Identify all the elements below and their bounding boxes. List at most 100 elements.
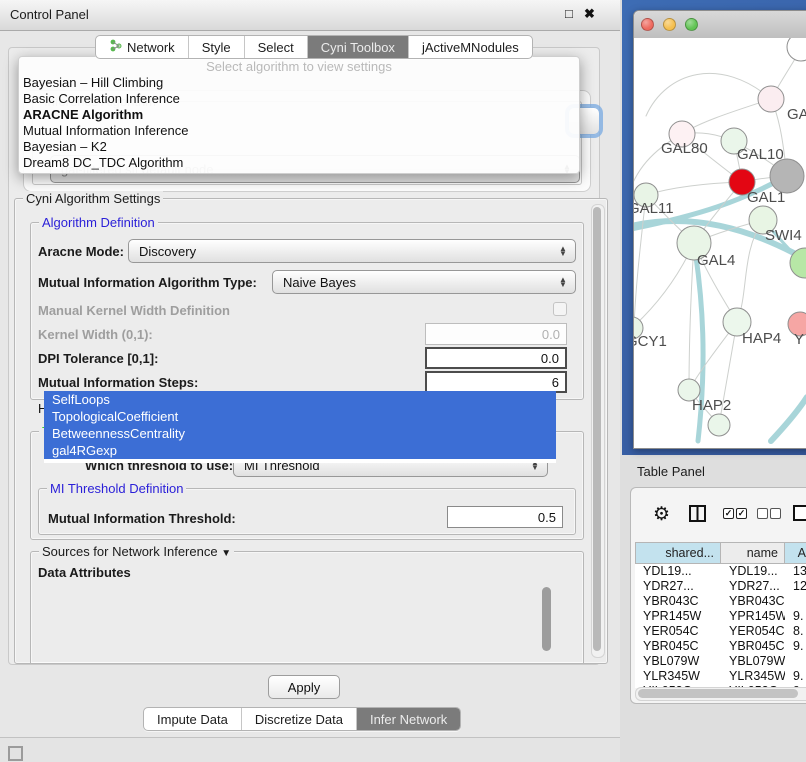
- node-label-GAL10: GAL10: [737, 146, 784, 163]
- table-row[interactable]: YBL079WYBL079W: [635, 654, 806, 669]
- table-cell: YLR345W: [635, 669, 721, 684]
- table-cell: [785, 594, 806, 609]
- tab-infer-network[interactable]: Infer Network: [357, 708, 460, 730]
- mi-steps-value: 6: [552, 375, 559, 390]
- dpi-tolerance-input[interactable]: 0.0: [425, 347, 567, 369]
- table-row[interactable]: YBR043CYBR043C: [635, 594, 806, 609]
- apply-button-label: Apply: [288, 680, 321, 695]
- unchecked-boxes-icon[interactable]: [757, 508, 781, 519]
- control-panel: Control Panel □ ✖ NetworkStyleSelectCyni…: [0, 0, 621, 738]
- panel-title: Control Panel: [10, 7, 89, 22]
- mi-threshold-group-label: MI Threshold Definition: [47, 481, 186, 496]
- settings-scrollbar[interactable]: [591, 204, 605, 658]
- attribute-item[interactable]: BetweennessCentrality: [44, 425, 556, 442]
- table-row[interactable]: YDR27...YDR27...12: [635, 579, 806, 594]
- table-row[interactable]: YDL19...YDL19...13: [635, 564, 806, 579]
- tab-jactivemnodules[interactable]: jActiveMNodules: [409, 36, 532, 58]
- kernel-width-input[interactable]: 0.0: [425, 323, 567, 345]
- table-cell: YBR045C: [635, 639, 721, 654]
- table-row[interactable]: YLR345WYLR345W9.: [635, 669, 806, 684]
- settings-scrollbar-thumb[interactable]: [593, 207, 601, 651]
- attributes-scrollbar-thumb[interactable]: [542, 587, 551, 651]
- column-header-shared[interactable]: shared...: [635, 542, 721, 564]
- algorithm-definition-label: Algorithm Definition: [39, 215, 158, 230]
- table-cell: YER054C: [721, 624, 785, 639]
- table-cell: YER054C: [635, 624, 721, 639]
- cyni-bottom-tabs: Impute DataDiscretize DataInfer Network: [143, 707, 461, 731]
- tab-select[interactable]: Select: [245, 36, 308, 58]
- table-cell: YBR045C: [721, 639, 785, 654]
- aracne-mode-value: Discovery: [129, 244, 555, 259]
- algorithm-dropdown-list: Select algorithm to view settings Bayesi…: [18, 56, 580, 174]
- table-hscrollbar[interactable]: [635, 687, 806, 701]
- aracne-mode-combo[interactable]: Discovery ▲▼: [128, 239, 576, 263]
- graph-node-bottom-partial[interactable]: [708, 414, 730, 436]
- node-label-GAL4: GAL4: [697, 252, 735, 269]
- float-window-icon[interactable]: □: [565, 6, 573, 21]
- manual-kernel-label: Manual Kernel Width Definition: [38, 303, 230, 318]
- tab-cyni-toolbox[interactable]: Cyni Toolbox: [308, 36, 409, 58]
- tab-discretize-data[interactable]: Discretize Data: [242, 708, 357, 730]
- graph-edge: [689, 243, 694, 390]
- checked-boxes-icon[interactable]: ✓✓: [723, 508, 747, 519]
- table-cell: 12: [785, 579, 806, 594]
- graph-node-pink-top[interactable]: [758, 86, 784, 112]
- node-label-HAP2: HAP2: [692, 397, 731, 414]
- attribute-item[interactable]: gal4RGexp: [44, 442, 556, 459]
- graph-node-gray-node[interactable]: [770, 159, 804, 193]
- gear-icon[interactable]: ⚙: [653, 503, 670, 526]
- restore-window-icon[interactable]: [8, 746, 23, 761]
- column-header-A[interactable]: A: [785, 542, 806, 564]
- algorithm-option[interactable]: Bayesian – Hill Climbing: [19, 75, 579, 91]
- algorithm-option[interactable]: ARACNE Algorithm: [19, 107, 579, 123]
- mac-zoom-button[interactable]: [685, 18, 698, 31]
- table-hscrollbar-thumb[interactable]: [638, 689, 798, 698]
- table-cell: YPR145W: [721, 609, 785, 624]
- node-label-GCY1: GCY1: [634, 333, 667, 350]
- table-row[interactable]: YER054CYER054C8.: [635, 624, 806, 639]
- mac-close-button[interactable]: [641, 18, 654, 31]
- mi-steps-input[interactable]: 6: [425, 371, 567, 393]
- stepper-arrows-icon: ▲▼: [555, 246, 575, 256]
- dropdown-items: Bayesian – Hill ClimbingBasic Correlatio…: [19, 75, 579, 171]
- attribute-item[interactable]: SelfLoops: [44, 391, 556, 408]
- sources-group-label[interactable]: Sources for Network Inference ▼: [39, 544, 234, 559]
- tab-network[interactable]: Network: [96, 36, 189, 58]
- algorithm-option[interactable]: Dream8 DC_TDC Algorithm: [19, 155, 579, 171]
- algorithm-option[interactable]: Basic Correlation Inference: [19, 91, 579, 107]
- stepper-arrows-icon: ▲▼: [555, 277, 575, 287]
- table-cell: YBL079W: [721, 654, 785, 669]
- table-row[interactable]: YBR045CYBR045C9.: [635, 639, 806, 654]
- graph-node-top-partial[interactable]: [787, 38, 806, 61]
- graph-edge: [771, 397, 806, 441]
- table-panel: ⚙ ✓✓ shared...nameA YDL19...YDL19...13YD…: [630, 487, 806, 704]
- table-cell: 9.: [785, 669, 806, 684]
- network-canvas[interactable]: GALGAL80GAL10GAL1GAL11SWI4GAL4GCY1HAP4YH…: [634, 38, 806, 448]
- close-icon[interactable]: ✖: [584, 6, 595, 22]
- apply-button[interactable]: Apply: [268, 675, 340, 699]
- tab-style[interactable]: Style: [189, 36, 245, 58]
- algorithm-option[interactable]: Bayesian – K2: [19, 139, 579, 155]
- mi-type-combo[interactable]: Naive Bayes ▲▼: [272, 270, 576, 294]
- mac-minimize-button[interactable]: [663, 18, 676, 31]
- network-icon: [109, 39, 122, 55]
- mi-type-label: Mutual Information Algorithm Type:: [38, 275, 257, 290]
- table-row[interactable]: YPR145WYPR145W9.: [635, 609, 806, 624]
- algorithm-option[interactable]: Mutual Information Inference: [19, 123, 579, 139]
- manual-kernel-checkbox[interactable]: [553, 302, 567, 316]
- new-table-icon[interactable]: [793, 504, 806, 527]
- data-attributes-list[interactable]: SelfLoopsTopologicalCoefficientBetweenne…: [44, 391, 556, 463]
- table-cell: YBR043C: [635, 594, 721, 609]
- table-cell: YPR145W: [635, 609, 721, 624]
- split-columns-icon[interactable]: [689, 505, 706, 527]
- table-cell: YDL19...: [721, 564, 785, 579]
- mi-threshold-input[interactable]: 0.5: [447, 506, 563, 528]
- network-view-frame: GALGAL80GAL10GAL1GAL11SWI4GAL4GCY1HAP4YH…: [622, 0, 806, 455]
- column-header-name[interactable]: name: [721, 542, 785, 564]
- attribute-item[interactable]: TopologicalCoefficient: [44, 408, 556, 425]
- table-cell: 8.: [785, 624, 806, 639]
- table-panel-title: Table Panel: [637, 464, 705, 479]
- tab-impute-data[interactable]: Impute Data: [144, 708, 242, 730]
- table-header: shared...nameA: [635, 542, 806, 564]
- kernel-width-label: Kernel Width (0,1):: [38, 327, 153, 342]
